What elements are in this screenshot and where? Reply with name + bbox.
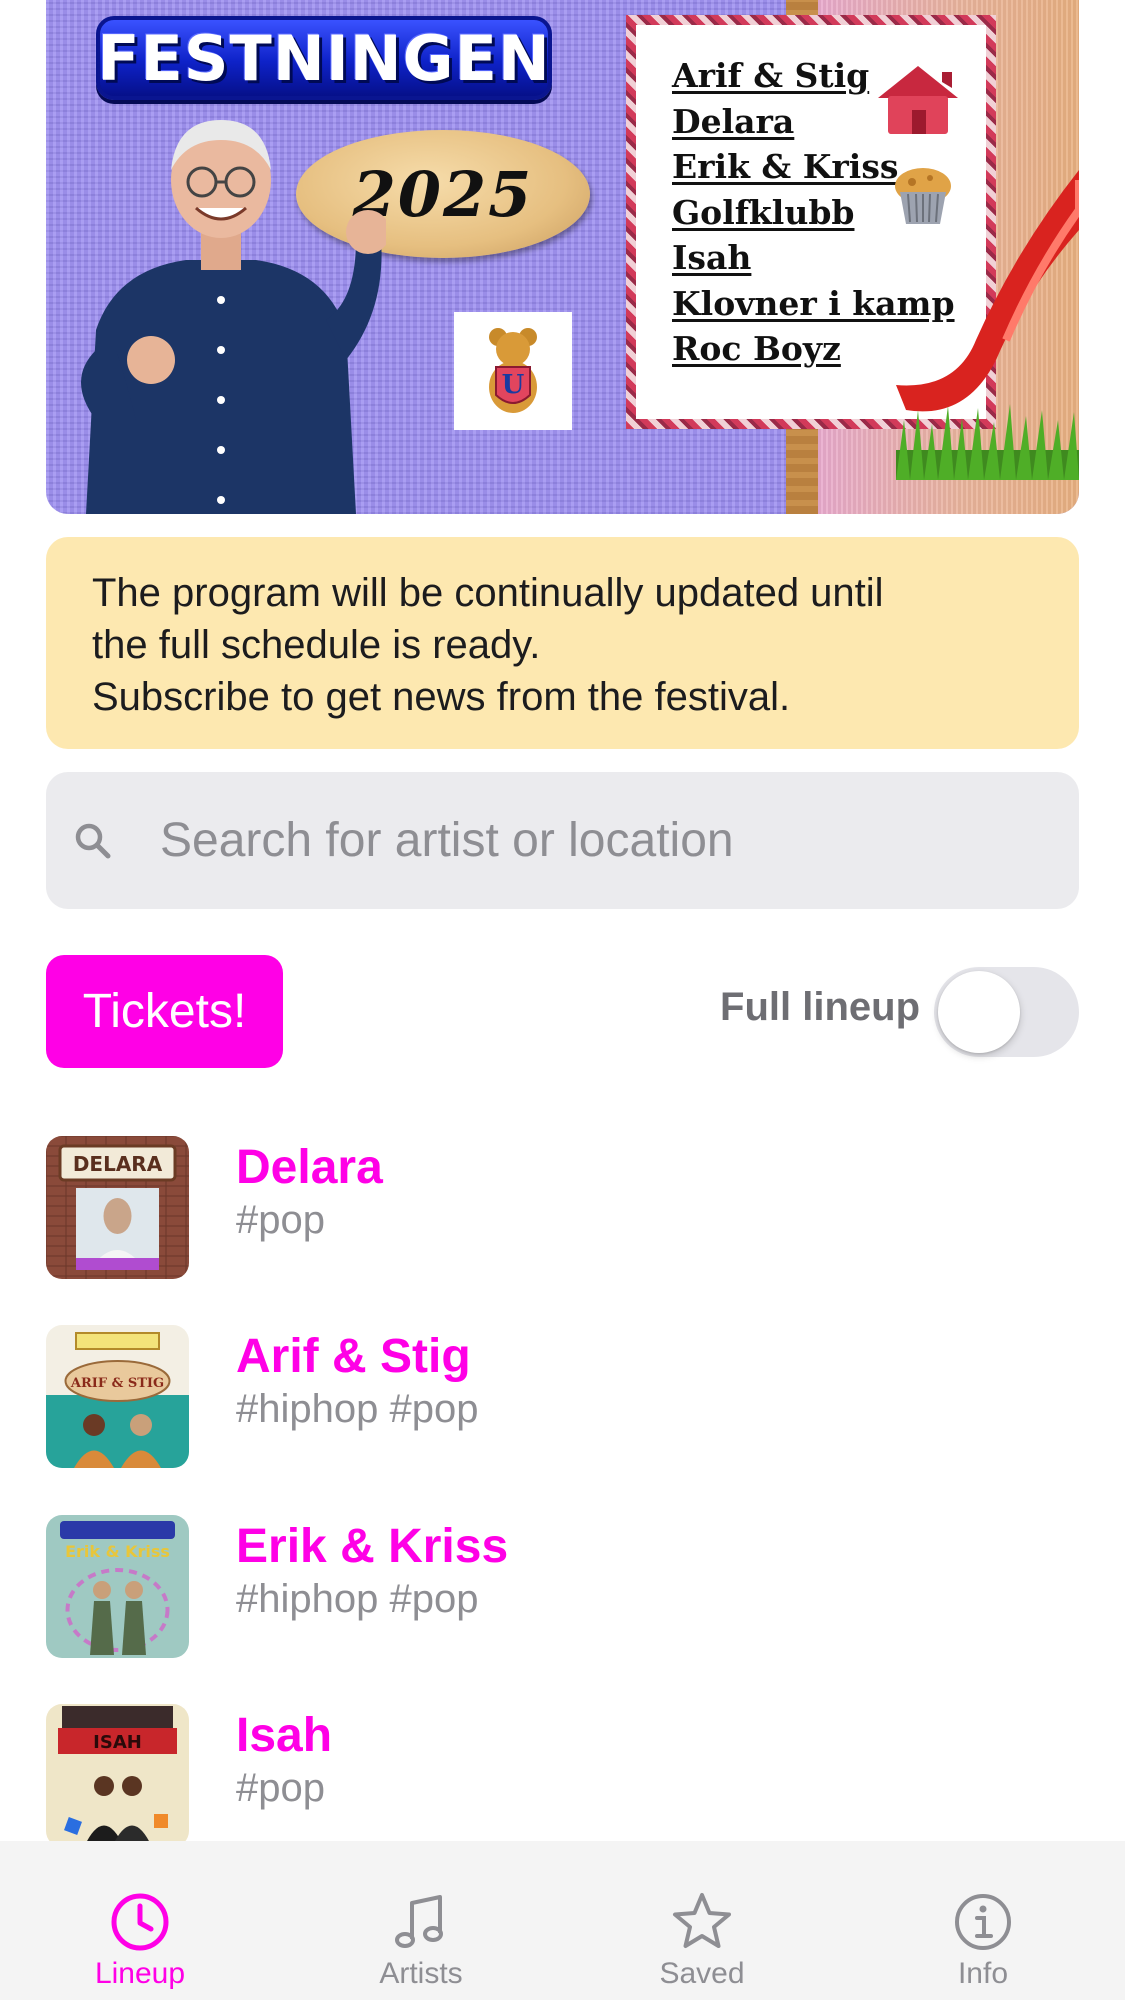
artist-thumbnail: ARIF & STIG [46, 1325, 189, 1468]
tab-artists[interactable]: Artists [321, 1841, 521, 2000]
info-icon [955, 1894, 1011, 1950]
logo-text: FESTNINGEN [97, 21, 551, 95]
full-lineup-label: Full lineup [720, 985, 920, 1029]
tab-info[interactable]: Info [883, 1841, 1083, 2000]
artist-tags: #hiphop #pop [236, 1387, 479, 1431]
grass-illustration [896, 404, 1079, 480]
festival-banner: FESTNINGEN 2025 U Arif & Stig Delara Eri… [46, 0, 1079, 514]
artist-list-item[interactable]: DELARA Delara #pop [46, 1136, 1079, 1281]
notice-line: Subscribe to get news from the festival. [92, 675, 791, 719]
tab-saved[interactable]: Saved [602, 1841, 802, 2000]
svg-text:ISAH: ISAH [93, 1732, 142, 1753]
artist-thumbnail: DELARA [46, 1136, 189, 1279]
artist-list-item[interactable]: ISAH Isah #pop [46, 1704, 1079, 1849]
toggle-knob [938, 971, 1020, 1053]
svg-text:DELARA: DELARA [73, 1152, 163, 1176]
search-input[interactable] [160, 772, 1060, 909]
artist-name: Erik & Kriss [236, 1520, 509, 1573]
update-notice: The program will be continually updated … [46, 537, 1079, 749]
tab-lineup[interactable]: Lineup [40, 1841, 240, 2000]
tab-bar: Lineup Artists Saved Info [0, 1841, 1125, 2000]
artist-name: Delara [236, 1141, 383, 1194]
svg-text:U: U [502, 370, 525, 400]
artist-list-item[interactable]: ARIF & STIG Arif & Stig #hiphop #pop [46, 1325, 1079, 1470]
svg-text:ARIF & STIG: ARIF & STIG [70, 1376, 164, 1391]
tab-label: Saved [659, 1957, 745, 1990]
tab-label: Lineup [94, 1957, 186, 1990]
artist-tags: #pop [236, 1766, 325, 1810]
artist-thumbnail: Erik & Kriss [46, 1515, 189, 1658]
clock-icon [111, 1893, 169, 1951]
artist-tags: #pop [236, 1198, 325, 1242]
music-note-icon [395, 1895, 443, 1948]
notice-line: The program will be continually updated … [92, 571, 884, 615]
svg-text:Erik & Kriss: Erik & Kriss [65, 1542, 170, 1561]
artist-name: Isah [236, 1709, 333, 1762]
full-lineup-toggle[interactable] [934, 967, 1079, 1057]
artist-list-item[interactable]: Erik & Kriss Erik & Kriss #hiphop #pop [46, 1515, 1079, 1660]
tab-label: Info [957, 1957, 1009, 1990]
house-icon [878, 66, 958, 134]
artist-thumbnail: ISAH [46, 1704, 189, 1847]
teddy-emblem: U [454, 312, 572, 430]
star-icon [673, 1893, 731, 1948]
search-bar[interactable] [46, 772, 1079, 909]
notice-line: the full schedule is ready. [92, 623, 541, 667]
tickets-button[interactable]: Tickets! [46, 955, 283, 1068]
artist-tags: #hiphop #pop [236, 1577, 479, 1621]
tab-label: Artists [379, 1957, 463, 1990]
festival-logo: FESTNINGEN [96, 16, 552, 100]
search-icon [75, 823, 111, 858]
person-illustration [81, 120, 386, 514]
artist-name: Arif & Stig [236, 1330, 471, 1383]
